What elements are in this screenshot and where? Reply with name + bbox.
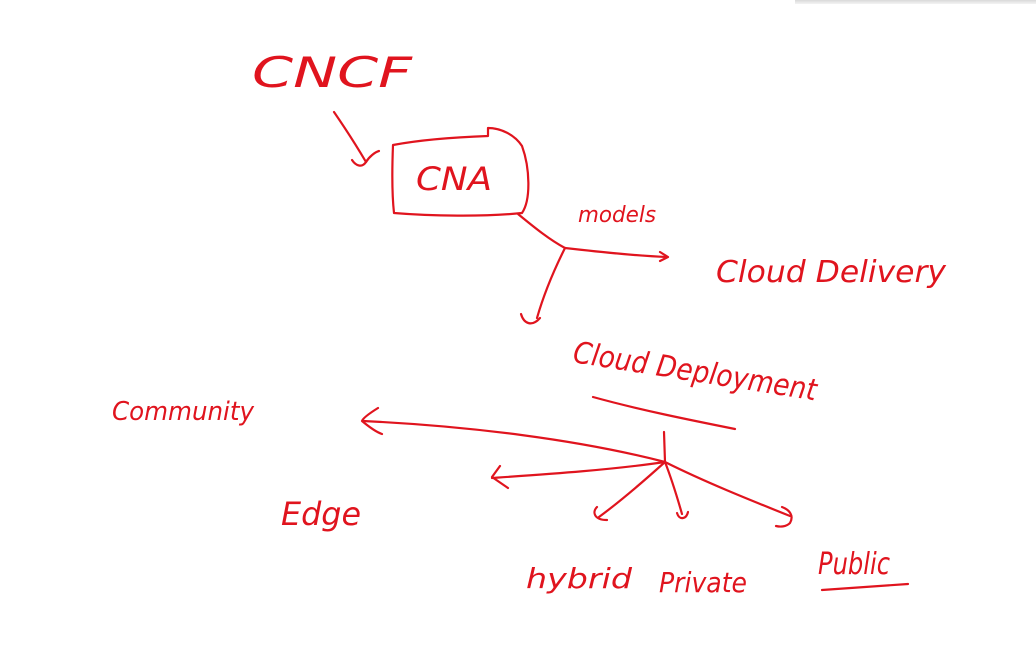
label-public: Public	[818, 547, 890, 582]
branch-to-delivery	[563, 246, 669, 259]
line-to-hybrid	[597, 460, 667, 519]
line-to-public	[663, 460, 792, 518]
public-underline	[820, 582, 910, 592]
label-cncf: CNCF	[252, 48, 413, 97]
hub-stem	[662, 430, 667, 464]
branch-to-deployment	[535, 246, 567, 320]
arrow-cncf-to-cna	[332, 110, 368, 164]
handwritten-diagram: CNCF CNA models Cloud Delivery Cloud Dep…	[112, 48, 947, 599]
deployment-underline	[591, 395, 737, 431]
label-cloud-delivery: Cloud Delivery	[716, 255, 947, 290]
arrowhead-cna	[350, 149, 381, 167]
label-private: Private	[659, 566, 747, 599]
label-cloud-deployment: Cloud Deployment	[571, 335, 821, 408]
label-community: Community	[112, 397, 255, 427]
label-cna: CNA	[416, 160, 492, 198]
label-edge: Edge	[281, 495, 361, 533]
line-to-edge	[490, 460, 667, 480]
label-models: models	[578, 203, 656, 228]
branch-stem	[516, 212, 567, 250]
line-to-community	[361, 419, 667, 464]
label-hybrid: hybrid	[526, 562, 632, 595]
